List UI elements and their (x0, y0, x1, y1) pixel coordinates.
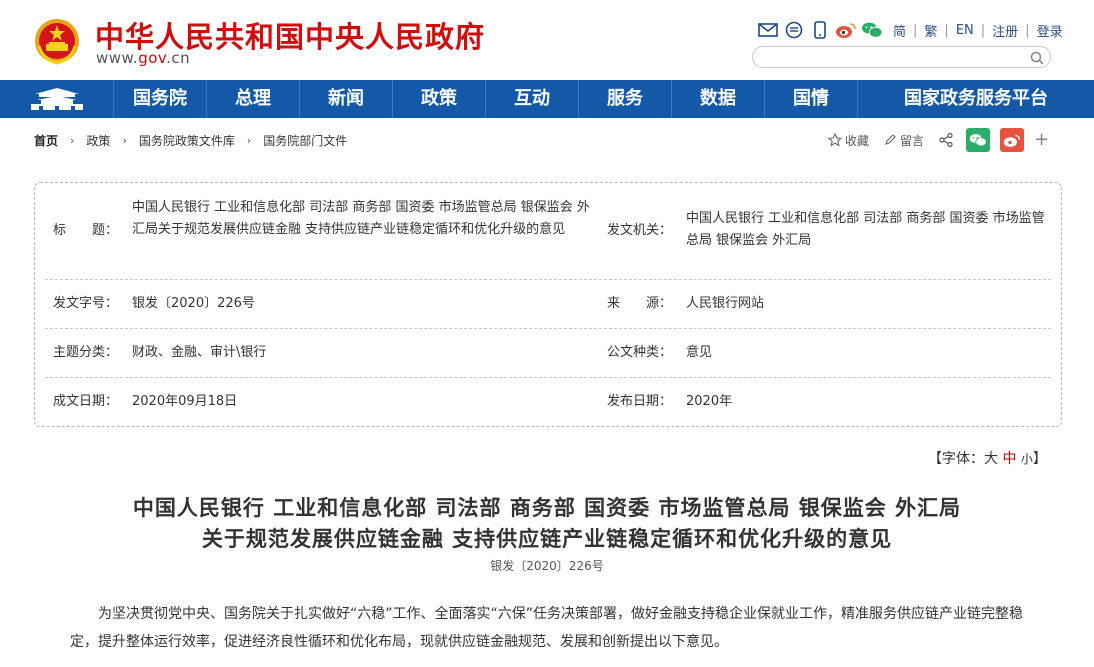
breadcrumb-policy[interactable]: 政策 (86, 132, 110, 149)
mail-icon[interactable] (757, 20, 779, 40)
topic-value: 财政、金融、审计\银行 (132, 345, 267, 360)
breadcrumb-department-docs[interactable]: 国务院部门文件 (263, 132, 347, 149)
search-icon[interactable] (1030, 50, 1044, 65)
nav-item-state-council[interactable]: 国务院 (114, 80, 207, 118)
font-size-suffix: 】 (1032, 451, 1047, 467)
title-label: 标 题： (53, 223, 119, 238)
url-domain: gov (138, 49, 167, 67)
nav-item-data[interactable]: 数据 (672, 80, 765, 118)
document-title-line1: 中国人民银行 工业和信息化部 司法部 商务部 国资委 市场监管总局 银保监会 外… (132, 495, 962, 520)
published-date-label: 发布日期： (607, 394, 673, 409)
chevron-right-icon: › (122, 133, 127, 147)
font-size-small[interactable]: 小 (1021, 452, 1033, 466)
chat-icon[interactable] (783, 20, 805, 40)
comment-button[interactable]: 留言 (883, 132, 924, 149)
topic-label: 主题分类： (53, 345, 119, 360)
nav-item-national-info[interactable]: 国情 (765, 80, 858, 118)
top-tools: 简 | 繁 | EN | 注册 | 登录 (757, 19, 1063, 41)
info-row-title: 标 题： 中国人民银行 工业和信息化部 司法部 商务部 国资委 市场监管总局 银… (45, 183, 1051, 280)
weibo-icon[interactable] (835, 20, 857, 40)
register-link[interactable]: 注册 (992, 21, 1018, 40)
published-date-value: 2020年 (686, 394, 733, 409)
nav-item-premier[interactable]: 总理 (207, 80, 300, 118)
lang-traditional-link[interactable]: 繁 (924, 21, 937, 40)
nav-item-news[interactable]: 新闻 (300, 80, 393, 118)
nav-item-interaction[interactable]: 互动 (486, 80, 579, 118)
issuer-label: 发文机关： (607, 223, 673, 238)
nav-item-policy[interactable]: 政策 (393, 80, 486, 118)
pen-icon (883, 133, 897, 147)
main-nav: 国务院 总理 新闻 政策 互动 服务 数据 国情 国家政务服务平台 (0, 80, 1094, 118)
star-icon (828, 133, 842, 147)
lang-english-link[interactable]: EN (956, 23, 974, 38)
share-icon[interactable] (938, 132, 954, 148)
chevron-right-icon: › (70, 133, 75, 147)
info-row-dates: 成文日期： 2020年09月18日 发布日期： 2020年 (45, 378, 1051, 426)
weibo-icon (1003, 134, 1021, 147)
document-info-table: 标 题： 中国人民银行 工业和信息化部 司法部 商务部 国资委 市场监管总局 银… (34, 182, 1062, 427)
doc-type-label: 公文种类： (607, 345, 673, 360)
login-link[interactable]: 登录 (1037, 21, 1063, 40)
site-header: 中华人民共和国中央人民政府 www.gov.cn 简 | 繁 | EN | 注册… (0, 0, 1094, 80)
document-paragraph: 为坚决贯彻党中央、国务院关于扎实做好“六稳”工作、全面落实“六保”任务决策部署，… (70, 606, 1024, 650)
created-date-label: 成文日期： (53, 394, 119, 409)
share-bar: 收藏 留言 + (828, 128, 1049, 152)
document-number: 银发〔2020〕226号 (490, 559, 604, 573)
info-row-doc-number: 发文字号： 银发〔2020〕226号 来 源： 人民银行网站 (45, 280, 1051, 329)
doc-number-value: 银发〔2020〕226号 (132, 296, 255, 311)
search-input[interactable] (752, 46, 1051, 68)
source-label: 来 源： (607, 296, 673, 311)
font-size-prefix: 【字体： (928, 451, 984, 467)
font-size-medium[interactable]: 中 (1002, 451, 1016, 467)
info-row-topic: 主题分类： 财政、金融、审计\银行 公文种类： 意见 (45, 329, 1051, 378)
nav-item-services[interactable]: 服务 (579, 80, 672, 118)
created-date-value: 2020年09月18日 (132, 394, 238, 409)
url-suffix: .cn (166, 49, 191, 67)
chevron-right-icon: › (246, 133, 252, 147)
comment-label: 留言 (900, 133, 925, 148)
wechat-share-button[interactable] (966, 128, 991, 152)
breadcrumb-home[interactable]: 首页 (34, 132, 58, 149)
doc-type-value: 意见 (686, 345, 713, 360)
breadcrumb-policy-library[interactable]: 国务院政策文件库 (139, 132, 235, 149)
font-size-large[interactable]: 大 (984, 451, 998, 467)
weibo-share-button[interactable] (1000, 128, 1025, 152)
doc-number-label: 发文字号： (53, 296, 119, 311)
language-links: 简 | 繁 | EN | 注册 | 登录 (893, 21, 1063, 40)
title-value: 中国人民银行 工业和信息化部 司法部 商务部 国资委 市场监管总局 银保监会 外… (132, 200, 590, 237)
lang-simplified-link[interactable]: 简 (893, 21, 906, 40)
favorite-label: 收藏 (845, 133, 870, 148)
wechat-icon[interactable] (861, 20, 883, 40)
breadcrumb: 首页 › 政策 › 国务院政策文件库 › 国务院部门文件 (34, 131, 347, 149)
issuer-value: 中国人民银行 工业和信息化部 司法部 商务部 国资委 市场监管总局 银保监会 外… (686, 211, 1045, 248)
url-prefix: www. (96, 49, 139, 67)
favorite-button[interactable]: 收藏 (828, 132, 869, 149)
document-title-line2: 关于规范发展供应链金融 支持供应链产业链稳定循环和优化升级的意见 (201, 526, 893, 551)
national-emblem-icon[interactable] (33, 16, 81, 66)
mobile-icon[interactable] (809, 20, 831, 40)
font-size-control: 【字体：大 中 小】 (928, 448, 1047, 468)
wechat-icon (969, 134, 987, 147)
nav-item-gov-service-platform[interactable]: 国家政务服务平台 (858, 80, 1094, 118)
site-url[interactable]: www.gov.cn (96, 49, 190, 67)
tiananmen-icon[interactable] (0, 80, 114, 118)
plus-icon[interactable]: + (1034, 131, 1049, 149)
source-value: 人民银行网站 (686, 296, 765, 311)
